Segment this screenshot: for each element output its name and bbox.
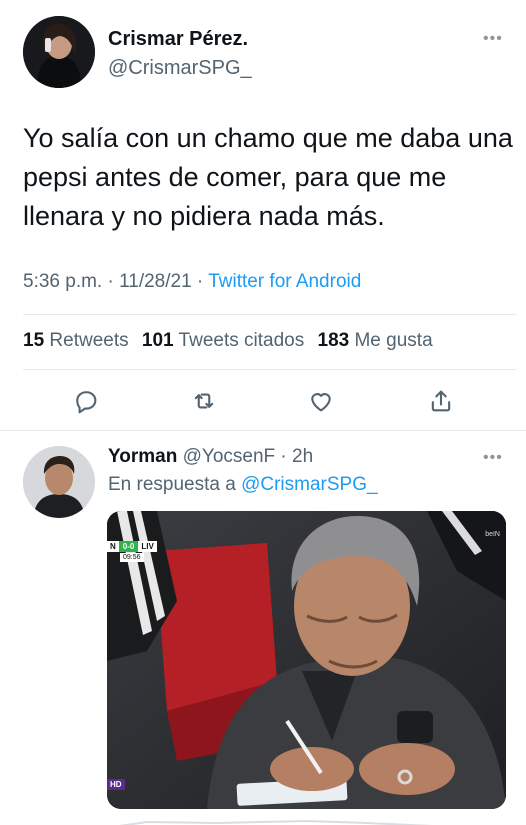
tweet-timestamp[interactable]: 5:36 p.m. · 11/28/21 · xyxy=(23,271,208,292)
more-icon[interactable]: ••• xyxy=(483,30,503,48)
scoreboard-clock: 09:56 xyxy=(120,553,144,562)
more-icon[interactable]: ••• xyxy=(483,449,503,467)
retweet-icon[interactable] xyxy=(187,384,221,418)
reply-author-avatar[interactable] xyxy=(23,446,95,518)
tweet-source-link[interactable]: Twitter for Android xyxy=(208,271,361,292)
avatar-photo xyxy=(23,446,95,518)
tweet-stats: 15 Retweets 101 Tweets citados 183 Me gu… xyxy=(23,330,433,352)
scoreboard-away: LIV xyxy=(138,541,157,552)
retweets-stat[interactable]: 15 Retweets xyxy=(23,330,129,351)
author-handle[interactable]: @CrismarSPG_ xyxy=(108,57,252,80)
likes-stat[interactable]: 183 Me gusta xyxy=(318,330,433,351)
channel-logo: beIN xyxy=(485,531,500,538)
section-divider xyxy=(0,430,526,431)
author-name[interactable]: Crismar Pérez. xyxy=(108,28,248,51)
divider xyxy=(23,314,516,315)
scoreboard-score: 0-0 xyxy=(118,541,139,552)
reply-author-name: Yorman xyxy=(108,446,178,467)
reply-author[interactable]: Yorman @YocsenF · 2h xyxy=(108,446,313,468)
hd-badge: HD xyxy=(107,779,125,790)
divider xyxy=(23,369,516,370)
reply-icon[interactable] xyxy=(69,384,103,418)
reply-author-handle: @YocsenF · 2h xyxy=(182,446,314,467)
author-avatar[interactable] xyxy=(23,16,95,88)
scoreboard: N 0-0 LIV xyxy=(107,541,157,552)
share-icon[interactable] xyxy=(424,384,458,418)
mention-link[interactable]: @CrismarSPG_ xyxy=(241,474,377,495)
next-content-hint xyxy=(107,815,437,825)
avatar-photo xyxy=(23,16,95,88)
quotes-stat[interactable]: 101 Tweets citados xyxy=(142,330,304,351)
tweet-meta: 5:36 p.m. · 11/28/21 · Twitter for Andro… xyxy=(23,271,361,293)
reply-media-image[interactable]: N 0-0 LIV 09:56 beIN HD xyxy=(107,511,506,809)
like-icon[interactable] xyxy=(304,384,338,418)
tweet-text: Yo salía con un chamo que me daba una pe… xyxy=(23,123,513,231)
replying-to: En respuesta a @CrismarSPG_ xyxy=(108,474,378,495)
scoreboard-home: N xyxy=(107,541,119,552)
